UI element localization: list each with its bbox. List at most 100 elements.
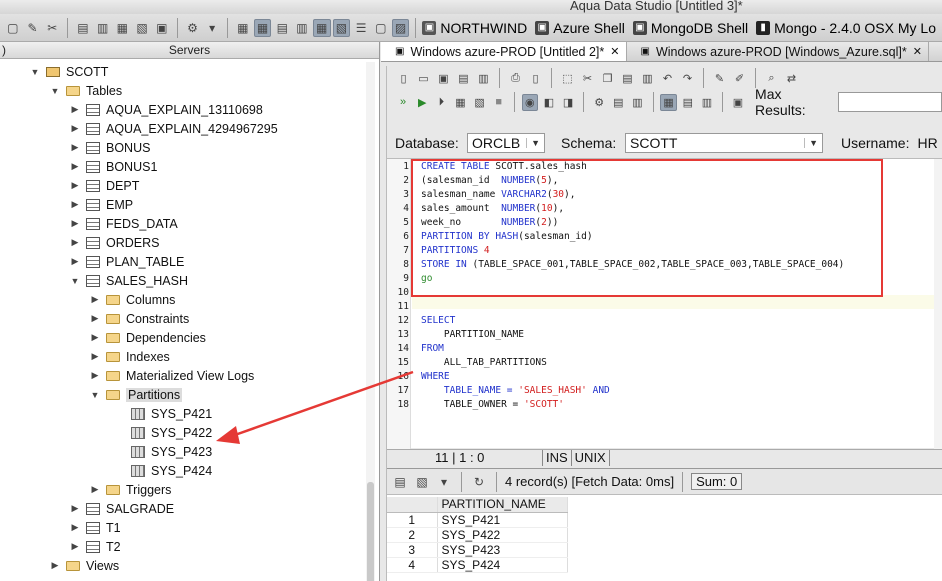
- split-view-icon[interactable]: ▥: [293, 19, 311, 37]
- save-icon[interactable]: ▣: [153, 19, 171, 37]
- commit-icon[interactable]: ◧: [541, 94, 557, 111]
- tree-item[interactable]: ▶ Views: [50, 556, 120, 575]
- query-icon[interactable]: ▤: [74, 19, 92, 37]
- expanded-arrow-icon[interactable]: ▼: [50, 86, 60, 96]
- new-icon[interactable]: ▢: [4, 19, 22, 37]
- stop-icon[interactable]: ■: [491, 94, 507, 111]
- paste-icon[interactable]: ▤: [619, 70, 636, 87]
- query-analyzer-icon[interactable]: ▥: [94, 19, 112, 37]
- collapsed-arrow-icon[interactable]: ▶: [70, 237, 80, 248]
- column-header[interactable]: PARTITION_NAME: [437, 497, 568, 513]
- collapsed-arrow-icon[interactable]: ▶: [90, 332, 100, 343]
- tree-item[interactable]: ▶ SALGRADE: [70, 499, 175, 518]
- execute-icon[interactable]: ▶: [414, 94, 430, 111]
- tree-item[interactable]: ▼ Partitions: [90, 385, 183, 404]
- plan-icon[interactable]: ▧: [472, 94, 488, 111]
- tree-item[interactable]: ▶ EMP: [70, 195, 134, 214]
- tree-item[interactable]: ▶ AQUA_EXPLAIN_4294967295: [70, 119, 278, 138]
- max-results-input[interactable]: [837, 92, 942, 112]
- new-file-icon[interactable]: ▯: [395, 70, 412, 87]
- connection-azure-shell[interactable]: ▣ Azure Shell: [535, 20, 625, 36]
- refresh-icon[interactable]: ↻: [470, 473, 488, 491]
- database-select[interactable]: ORCLB ▼: [467, 133, 545, 153]
- collapsed-arrow-icon[interactable]: ▶: [70, 541, 80, 552]
- tree-item[interactable]: ▶ T2: [70, 537, 121, 556]
- grid-results-icon[interactable]: ▦: [660, 93, 677, 111]
- text-results-icon[interactable]: ▤: [680, 94, 696, 111]
- copy-icon[interactable]: ❐: [599, 70, 616, 87]
- tree-item[interactable]: ▶ Materialized View Logs: [90, 366, 255, 385]
- cascade-view-icon[interactable]: ▧: [332, 18, 351, 37]
- print-icon[interactable]: ⎙: [507, 70, 524, 87]
- scrollbar-thumb[interactable]: [367, 482, 374, 581]
- window-icon[interactable]: ▢: [372, 19, 390, 37]
- collapsed-arrow-icon[interactable]: ▶: [70, 256, 80, 267]
- tree-item[interactable]: ▼ SALES_HASH: [70, 271, 188, 290]
- connection-mongo[interactable]: ▮ Mongo - 2.4.0 OSX My Lo: [756, 20, 936, 36]
- cut-icon[interactable]: ✂: [579, 70, 596, 87]
- expanded-arrow-icon[interactable]: ▼: [90, 390, 100, 400]
- tree-item[interactable]: ▼ SCOTT: [30, 62, 109, 81]
- tree-item[interactable]: ▶ AQUA_EXPLAIN_13110698: [70, 100, 263, 119]
- collapsed-arrow-icon[interactable]: ▶: [90, 484, 100, 495]
- connection-mongodb-shell[interactable]: ▣ MongoDB Shell: [632, 20, 748, 36]
- explain-icon[interactable]: ▦: [452, 94, 468, 111]
- collapsed-arrow-icon[interactable]: ▶: [90, 313, 100, 324]
- tree-item[interactable]: ▶ FEDS_DATA: [70, 214, 178, 233]
- partition-name-cell[interactable]: SYS_P424: [437, 557, 568, 573]
- collapsed-arrow-icon[interactable]: ▶: [90, 294, 100, 305]
- collapsed-arrow-icon[interactable]: ▶: [70, 503, 80, 514]
- compare-icon[interactable]: ▦: [114, 19, 132, 37]
- tree-item[interactable]: ▶ BONUS: [70, 138, 151, 157]
- partition-name-cell[interactable]: SYS_P423: [437, 542, 568, 558]
- tree-item[interactable]: ▶ DEPT: [70, 176, 140, 195]
- save-as-icon[interactable]: ▥: [475, 70, 492, 87]
- results-export-icon[interactable]: ▧: [413, 473, 431, 491]
- schema-select[interactable]: SCOTT ▼: [625, 133, 823, 153]
- tree-item[interactable]: ▶ Dependencies: [90, 328, 206, 347]
- open-folder-icon[interactable]: ▭: [415, 70, 432, 87]
- edit-icon[interactable]: ✎: [24, 19, 42, 37]
- partition-name-cell[interactable]: SYS_P422: [437, 527, 568, 543]
- expanded-arrow-icon[interactable]: ▼: [70, 276, 80, 286]
- list-view-icon[interactable]: ☰: [352, 19, 370, 37]
- collapsed-arrow-icon[interactable]: ▶: [90, 351, 100, 362]
- tab-windows-azure-sql[interactable]: ▣ Windows azure-PROD [Windows_Azure.sql]…: [627, 42, 929, 61]
- redo-icon[interactable]: ↷: [679, 70, 696, 87]
- sql-editor[interactable]: 1 2 3 4 5 6 7 8 9 10 11 12 13 14 15 16 17 18 CREATE TABLE …: [387, 158, 942, 449]
- chevron-down-icon[interactable]: ▾: [203, 19, 221, 37]
- table-row[interactable]: 1 SYS_P421: [387, 512, 568, 528]
- drop-icon[interactable]: ✂: [43, 19, 61, 37]
- table-row[interactable]: 2 SYS_P422: [387, 527, 568, 543]
- undo-icon[interactable]: ↶: [659, 70, 676, 87]
- collapsed-arrow-icon[interactable]: ▶: [70, 123, 80, 134]
- results-options-icon[interactable]: ▥: [699, 94, 715, 111]
- tools-icon[interactable]: ✎: [711, 70, 728, 87]
- replace-icon[interactable]: ⇄: [783, 70, 800, 87]
- tile-view-icon[interactable]: ▦: [312, 18, 331, 37]
- tree-item[interactable]: ▶ ORDERS: [70, 233, 160, 252]
- collapsed-arrow-icon[interactable]: ▶: [50, 560, 60, 571]
- tree-item[interactable]: SYS_P424: [115, 461, 212, 480]
- partition-name-cell[interactable]: SYS_P421: [437, 512, 568, 528]
- tree-item[interactable]: ▶ Constraints: [90, 309, 190, 328]
- clipboard-icon[interactable]: ▥: [639, 70, 656, 87]
- schema-browser-icon[interactable]: ▧: [133, 19, 151, 37]
- tree-item[interactable]: ▶ BONUS1: [70, 157, 158, 176]
- chart-icon[interactable]: ▨: [391, 18, 410, 37]
- close-icon[interactable]: ✕: [610, 45, 619, 58]
- collapsed-arrow-icon[interactable]: ▶: [90, 370, 100, 381]
- table-row[interactable]: 3 SYS_P423: [387, 542, 568, 558]
- save-icon[interactable]: ▣: [435, 70, 452, 87]
- tree-item[interactable]: SYS_P422: [115, 423, 212, 442]
- connection-northwind[interactable]: ▣ NORTHWIND: [422, 20, 527, 36]
- tree-item[interactable]: SYS_P423: [115, 442, 212, 461]
- bookmark-icon[interactable]: ▥: [629, 94, 645, 111]
- calculator-icon[interactable]: ▦: [234, 19, 252, 37]
- editor-scrollbar[interactable]: [934, 159, 942, 449]
- expanded-arrow-icon[interactable]: ▼: [30, 67, 40, 77]
- auto-commit-icon[interactable]: ◉: [521, 93, 538, 111]
- tree-scrollbar[interactable]: [366, 62, 375, 581]
- grid-view-icon[interactable]: ▦: [253, 18, 272, 37]
- rollback-icon[interactable]: ◨: [560, 94, 576, 111]
